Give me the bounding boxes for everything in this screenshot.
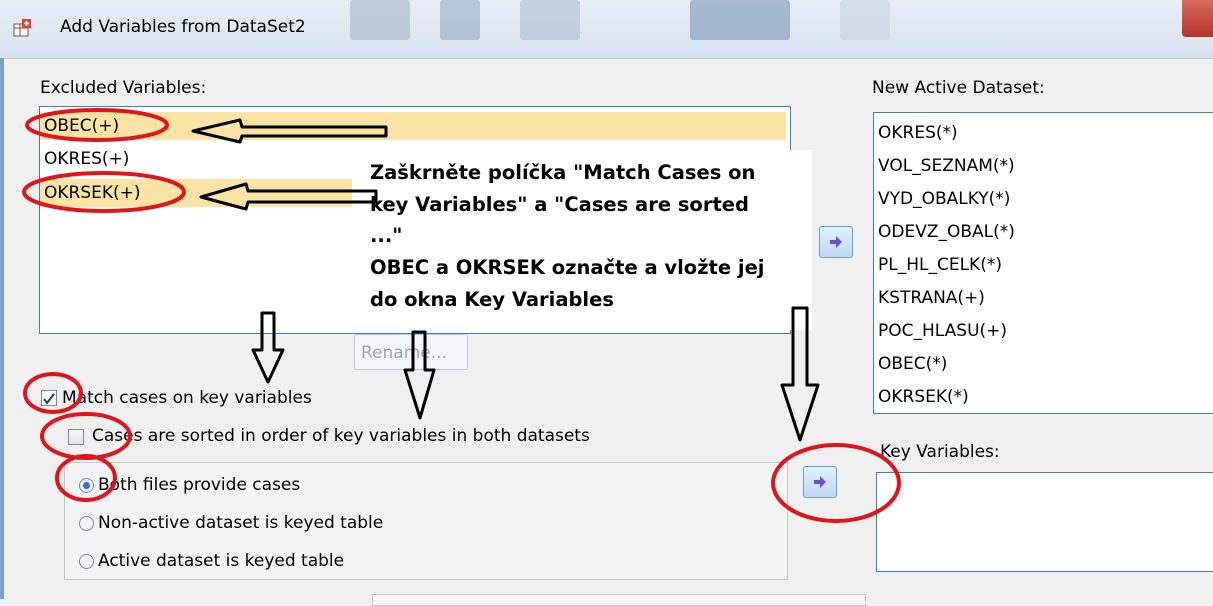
- arrow-left-icon: [191, 118, 388, 144]
- highlight-circle: [25, 108, 169, 142]
- highlight-circle: [22, 171, 186, 213]
- highlight-circle: [40, 412, 132, 460]
- highlight-circle: [23, 372, 83, 414]
- annotation-overlay: [22, 108, 901, 523]
- arrow-left-icon: [199, 182, 378, 211]
- arrow-down-icon: [251, 311, 285, 384]
- highlight-circle: [771, 443, 901, 523]
- arrow-down-icon: [403, 330, 436, 420]
- arrow-down-icon: [780, 306, 820, 442]
- highlight-circle: [55, 454, 117, 502]
